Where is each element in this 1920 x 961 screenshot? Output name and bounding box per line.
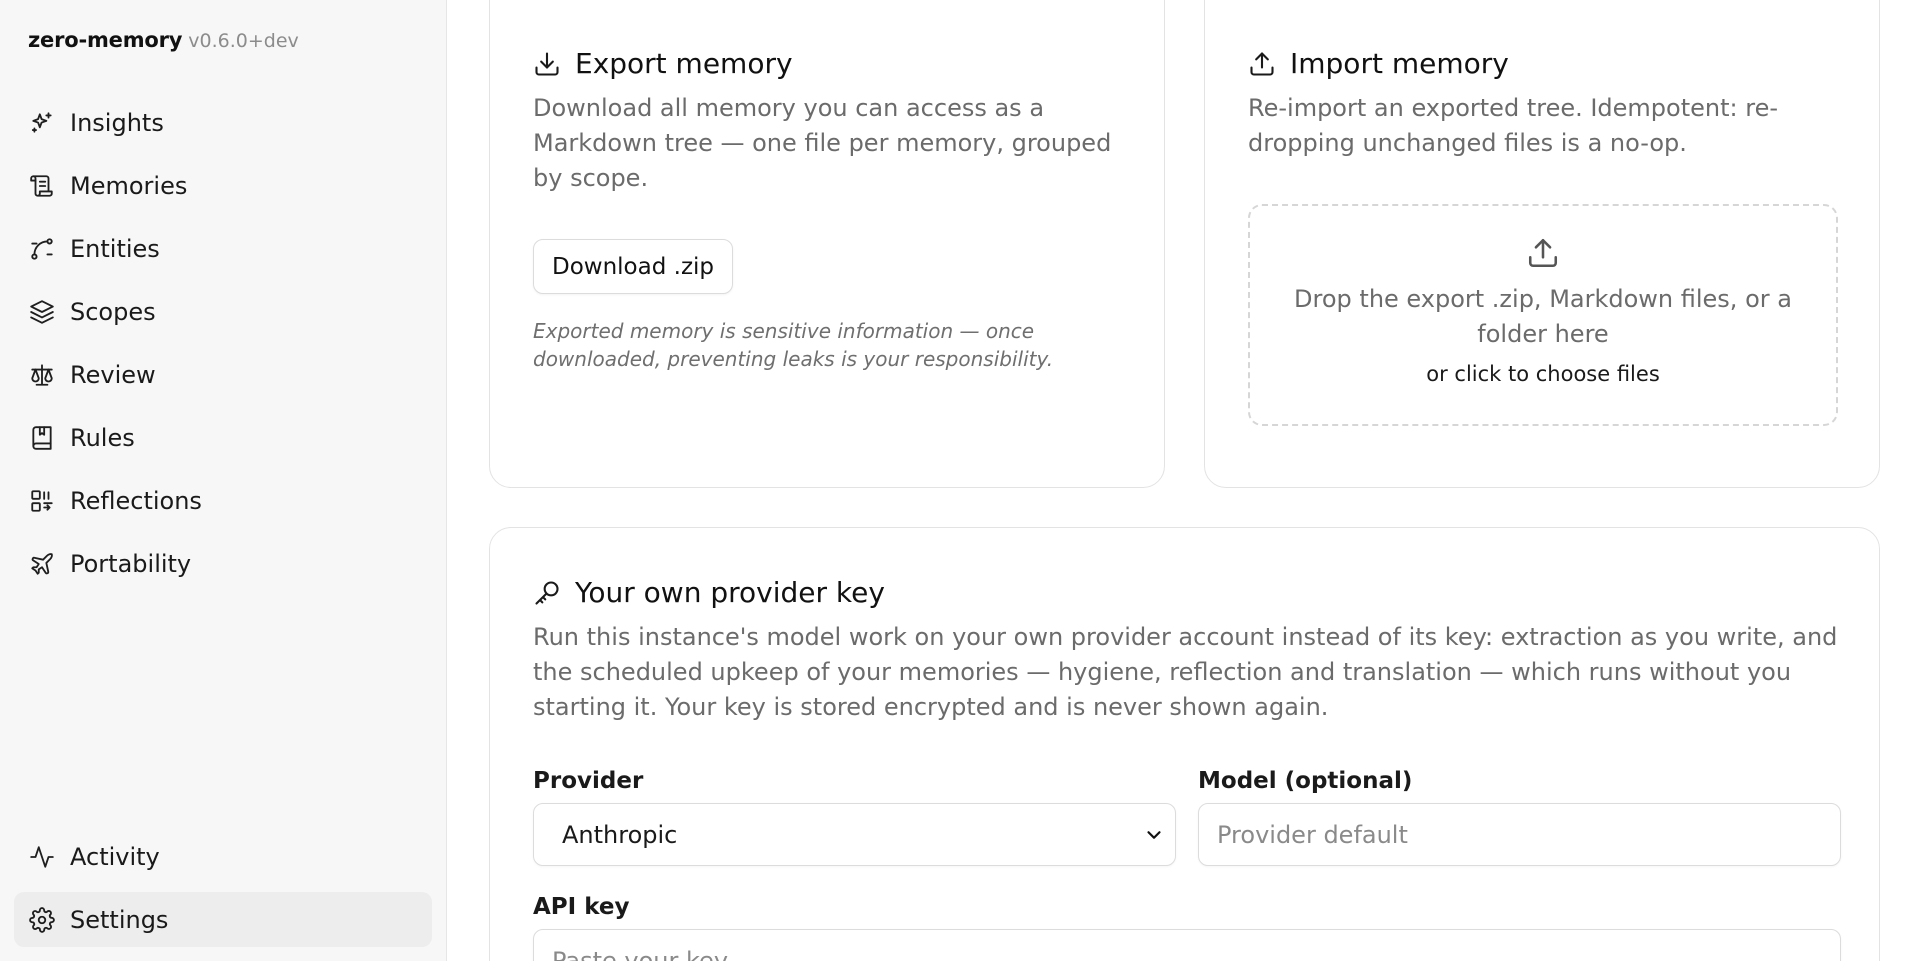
layers-icon — [28, 298, 56, 326]
app-version: v0.6.0+dev — [188, 30, 299, 52]
sidebar-item-entities[interactable]: Entities — [14, 221, 432, 276]
import-title: Import memory — [1248, 47, 1509, 80]
provider-key-title: Your own provider key — [533, 576, 885, 609]
book-marked-icon — [28, 424, 56, 452]
import-title-text: Import memory — [1290, 47, 1509, 80]
sidebar-item-rules[interactable]: Rules — [14, 410, 432, 465]
scale-icon — [28, 361, 56, 389]
spline-icon — [28, 235, 56, 263]
export-description: Download all memory you can access as a … — [533, 94, 1112, 192]
export-card: Export memory Download all memory you ca… — [489, 0, 1165, 488]
sidebar-item-review[interactable]: Review — [14, 347, 432, 402]
sidebar-item-label: Activity — [70, 842, 160, 871]
download-icon — [535, 51, 559, 76]
provider-key-card: Your own provider key Run this instance'… — [489, 527, 1880, 961]
sidebar-item-label: Memories — [70, 171, 188, 200]
sidebar-item-activity[interactable]: Activity — [14, 829, 432, 884]
dropzone-text: Drop the export .zip, Markdown files, or… — [1294, 285, 1792, 348]
brand: zero-memory v0.6.0+dev — [28, 28, 299, 52]
sparkles-icon — [28, 109, 56, 137]
sidebar-nav: Insights Memories Entities Scopes Review — [14, 95, 432, 599]
app-name: zero-memory — [28, 28, 183, 52]
import-card: Import memory Re-import an exported tree… — [1204, 0, 1880, 488]
sidebar-item-insights[interactable]: Insights — [14, 95, 432, 150]
provider-key-description: Run this instance's model work on your o… — [533, 623, 1838, 721]
gear-icon — [28, 906, 56, 934]
sidebar-item-label: Review — [70, 360, 156, 389]
sidebar-item-reflections[interactable]: Reflections — [14, 473, 432, 528]
sidebar-item-portability[interactable]: Portability — [14, 536, 432, 591]
key-icon — [535, 580, 559, 605]
download-zip-button[interactable]: Download .zip — [533, 239, 734, 294]
sidebar-item-label: Reflections — [70, 486, 202, 515]
import-dropzone[interactable]: Drop the export .zip, Markdown files, or… — [1248, 204, 1838, 426]
sidebar-item-label: Rules — [70, 423, 135, 452]
export-warning-note: Exported memory is sensitive information… — [533, 319, 1054, 371]
provider-select-wrapper: Anthropic — [533, 803, 1176, 866]
sidebar-item-memories[interactable]: Memories — [14, 158, 432, 213]
export-title: Export memory — [533, 47, 793, 80]
provider-label: Provider — [533, 768, 644, 794]
provider-key-title-text: Your own provider key — [575, 576, 885, 609]
sidebar-item-label: Entities — [70, 234, 160, 263]
sidebar-item-settings[interactable]: Settings — [14, 892, 432, 947]
provider-select[interactable]: Anthropic — [534, 804, 1175, 865]
sidebar-item-label: Settings — [70, 905, 169, 934]
export-title-text: Export memory — [575, 47, 793, 80]
sidebar-item-label: Portability — [70, 549, 192, 578]
dropzone-subtext: or click to choose files — [1426, 362, 1660, 386]
api-key-input[interactable] — [533, 929, 1841, 961]
sidebar: zero-memory v0.6.0+dev Insights Memories… — [0, 0, 447, 961]
upload-icon — [1250, 51, 1274, 76]
sidebar-nav-bottom: Activity Settings — [14, 829, 432, 955]
api-key-label: API key — [533, 894, 630, 920]
reflection-icon — [28, 487, 56, 515]
sidebar-item-scopes[interactable]: Scopes — [14, 284, 432, 339]
sidebar-item-label: Insights — [70, 108, 164, 137]
import-description: Re-import an exported tree. Idempotent: … — [1248, 94, 1779, 157]
model-label: Model (optional) — [1198, 768, 1413, 794]
model-input[interactable] — [1198, 803, 1841, 866]
plane-icon — [28, 550, 56, 578]
scroll-icon — [28, 172, 56, 200]
sidebar-item-label: Scopes — [70, 297, 156, 326]
activity-icon — [28, 843, 56, 871]
upload-icon — [1526, 236, 1560, 270]
